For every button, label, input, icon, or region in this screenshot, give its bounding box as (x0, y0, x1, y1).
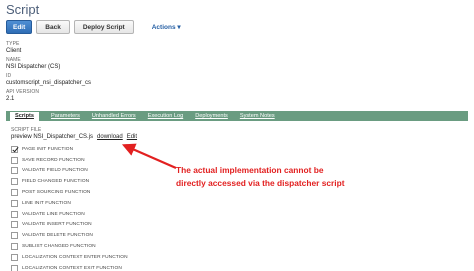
edit-button[interactable]: Edit (6, 20, 33, 34)
function-label: LOCALIZATION CONTEXT EXIT FUNCTION (22, 265, 122, 271)
deploy-script-button[interactable]: Deploy Script (73, 20, 134, 34)
function-label: SUBLIST CHANGED FUNCTION (22, 244, 96, 250)
tab-scripts[interactable]: Scripts (10, 112, 39, 122)
function-row: LOCALIZATION CONTEXT EXIT FUNCTION (11, 263, 128, 271)
function-checkbox[interactable] (11, 264, 18, 271)
function-checkbox[interactable] (11, 243, 18, 251)
tab-deployments[interactable]: Deployments (195, 113, 228, 119)
page-title: Script (6, 2, 40, 17)
name-label: NAME (6, 57, 21, 63)
function-checkbox[interactable] (11, 253, 18, 261)
function-label: SAVE RECORD FUNCTION (22, 157, 85, 163)
function-checkbox[interactable] (11, 189, 18, 197)
tab-parameters[interactable]: Parameters (51, 113, 80, 119)
type-label: TYPE (6, 41, 20, 47)
function-checkbox[interactable] (11, 145, 18, 153)
function-row: SAVE RECORD FUNCTION (11, 155, 128, 166)
function-checkbox[interactable] (11, 232, 18, 240)
function-row: FIELD CHANGED FUNCTION (11, 176, 128, 187)
script-file-row: preview NSI_Dispatcher_CS.js download Ed… (11, 134, 137, 140)
subtab-bar: Scripts Parameters Unhandled Errors Exec… (6, 111, 468, 122)
function-label: POST SOURCING FUNCTION (22, 190, 91, 196)
function-checkbox[interactable] (11, 156, 18, 164)
tab-unhandled-errors[interactable]: Unhandled Errors (92, 113, 136, 119)
script-file-value: preview NSI_Dispatcher_CS.js (11, 134, 94, 140)
tab-execution-log[interactable]: Execution Log (148, 113, 183, 119)
function-row: PAGE INIT FUNCTION (11, 144, 128, 155)
api-version-label: API VERSION (6, 89, 40, 95)
function-label: VALIDATE LINE FUNCTION (22, 211, 85, 217)
function-row: SUBLIST CHANGED FUNCTION (11, 241, 128, 252)
script-file-label: SCRIPT FILE (11, 127, 42, 133)
function-row: LINE INIT FUNCTION (11, 198, 128, 209)
type-value: Client (6, 48, 22, 54)
download-link[interactable]: download (97, 134, 123, 140)
id-label: ID (6, 73, 12, 79)
toolbar: Edit Back Deploy Script Actions ▾ (6, 20, 181, 34)
name-value: NSI Dispatcher (CS) (6, 64, 61, 70)
type-field: TYPE Client (6, 41, 21, 54)
function-label: VALIDATE INSERT FUNCTION (22, 222, 92, 228)
function-label: PAGE INIT FUNCTION (22, 146, 74, 152)
name-field: NAME NSI Dispatcher (CS) (6, 57, 60, 70)
back-button[interactable]: Back (36, 20, 70, 34)
function-checkbox[interactable] (11, 167, 18, 175)
function-checkbox[interactable] (11, 221, 18, 229)
function-checkbox[interactable] (11, 210, 18, 218)
annotation-line-1: The actual implementation cannot be (176, 165, 324, 175)
tab-system-notes[interactable]: System Notes (240, 113, 275, 119)
id-field: ID customscript_nsi_dispatcher_cs (6, 73, 91, 86)
annotation-text: The actual implementation cannot be dire… (176, 164, 474, 189)
function-label: LOCALIZATION CONTEXT ENTER FUNCTION (22, 254, 128, 260)
arrow-line (121, 143, 177, 170)
function-row: VALIDATE INSERT FUNCTION (11, 220, 128, 231)
api-version-value: 2.1 (6, 96, 15, 102)
function-label: VALIDATE FIELD FUNCTION (22, 168, 88, 174)
api-version-field: API VERSION 2.1 (6, 89, 39, 102)
function-label: LINE INIT FUNCTION (22, 200, 71, 206)
function-row: LOCALIZATION CONTEXT ENTER FUNCTION (11, 252, 128, 263)
id-value: customscript_nsi_dispatcher_cs (6, 80, 92, 86)
function-checkbox[interactable] (11, 178, 18, 186)
function-row: VALIDATE FIELD FUNCTION (11, 166, 128, 177)
function-label: FIELD CHANGED FUNCTION (22, 179, 90, 185)
function-row: VALIDATE DELETE FUNCTION (11, 230, 128, 241)
function-checkbox-list: PAGE INIT FUNCTION SAVE RECORD FUNCTION VA… (11, 144, 128, 271)
function-label: VALIDATE DELETE FUNCTION (22, 233, 93, 239)
edit-file-link[interactable]: Edit (127, 134, 137, 140)
function-row: VALIDATE LINE FUNCTION (11, 209, 128, 220)
function-checkbox[interactable] (11, 199, 18, 207)
annotation-line-2: directly accessed via the dispatcher scr… (176, 177, 345, 188)
function-row: POST SOURCING FUNCTION (11, 187, 128, 198)
actions-menu[interactable]: Actions ▾ (152, 23, 181, 31)
